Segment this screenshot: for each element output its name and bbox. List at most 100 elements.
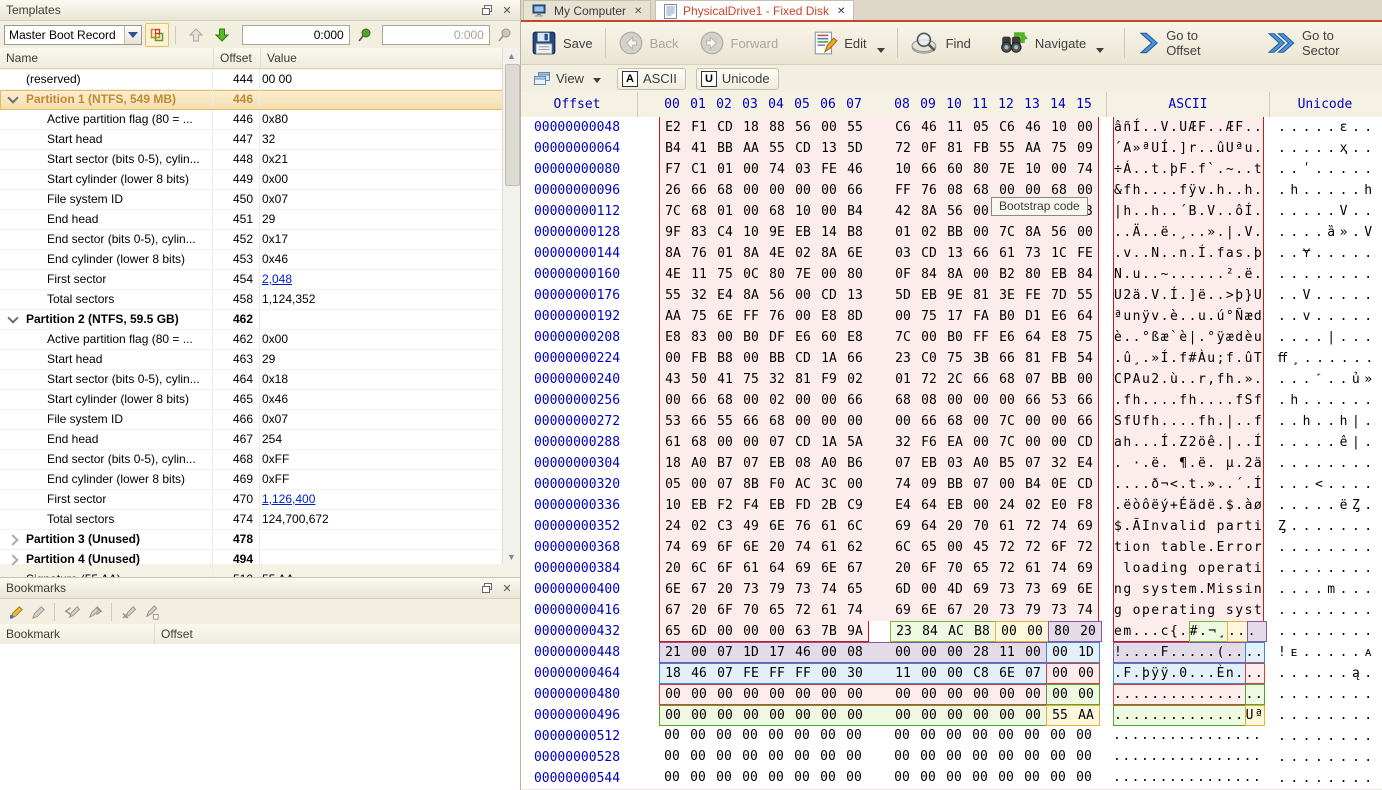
hex-byte[interactable]: 73: [790, 579, 816, 600]
hex-byte[interactable]: 66: [1020, 390, 1046, 411]
column-header-offset[interactable]: Offset: [214, 48, 261, 68]
edit-bookmark-icon[interactable]: [26, 602, 48, 622]
hex-byte[interactable]: 74: [890, 474, 916, 495]
hex-byte[interactable]: CD: [916, 243, 942, 264]
hex-byte[interactable]: 81: [790, 369, 816, 390]
bootstrap-code-ascii[interactable]: loading operati: [1113, 558, 1264, 579]
hex-byte[interactable]: 00: [763, 747, 789, 766]
hex-byte[interactable]: 00: [1071, 747, 1097, 766]
hex-byte[interactable]: 07: [764, 432, 790, 453]
hex-byte[interactable]: 00: [764, 706, 790, 725]
hex-byte[interactable]: EA: [942, 432, 968, 453]
hex-byte[interactable]: 32: [890, 432, 916, 453]
hex-byte[interactable]: E8: [816, 306, 842, 327]
hex-byte[interactable]: 02: [1020, 495, 1046, 516]
hex-byte[interactable]: FE: [738, 664, 764, 683]
hex-byte[interactable]: 5D: [842, 138, 868, 159]
template-select[interactable]: Master Boot Record: [4, 25, 142, 45]
hex-byte[interactable]: 83: [686, 327, 712, 348]
hex-byte[interactable]: 00: [686, 706, 712, 725]
template-row[interactable]: End sector (bits 0-5), cylin...4520x17: [0, 230, 503, 250]
partition-1-ascii[interactable]: !....F.....(..: [1113, 642, 1246, 663]
hex-byte[interactable]: 9E: [942, 285, 968, 306]
hex-byte[interactable]: 00: [763, 726, 789, 745]
unicode-toggle-button[interactable]: U Unicode: [696, 68, 779, 90]
unicode-text[interactable]: ﬀ¸......: [1278, 348, 1378, 369]
float-panel-icon[interactable]: [480, 581, 494, 595]
hex-byte[interactable]: 17: [942, 306, 968, 327]
bootstrap-code-ascii[interactable]: ..Ä..ë.¸..».|.V.: [1113, 222, 1264, 243]
chevron-down-icon[interactable]: [877, 48, 885, 53]
hex-byte[interactable]: 00: [1019, 726, 1045, 745]
hex-byte[interactable]: 00: [968, 495, 994, 516]
hex-byte[interactable]: 6D: [686, 621, 712, 642]
bootstrap-code-ascii[interactable]: em...c{.: [1113, 621, 1190, 642]
hex-offset-label[interactable]: 00000000448: [529, 642, 625, 663]
hex-byte[interactable]: 00: [1020, 706, 1046, 725]
hex-byte[interactable]: 6E: [738, 537, 764, 558]
hex-offset-label[interactable]: 00000000496: [529, 705, 625, 726]
hex-byte[interactable]: 60: [816, 327, 842, 348]
hex-offset-label[interactable]: 00000000160: [529, 264, 625, 285]
collapse-icon[interactable]: [7, 92, 18, 103]
hex-offset-label[interactable]: 00000000176: [529, 285, 625, 306]
hex-byte[interactable]: 88: [764, 117, 790, 138]
template-row[interactable]: Total sectors474124,700,672: [0, 510, 503, 530]
template-row[interactable]: Start head44732: [0, 130, 503, 150]
hex-byte[interactable]: 00: [889, 768, 915, 787]
unicode-text[interactable]: ........: [1278, 621, 1377, 642]
column-header-value[interactable]: Value: [261, 48, 503, 68]
hex-byte[interactable]: 83: [686, 222, 712, 243]
hex-byte[interactable]: 00: [993, 747, 1019, 766]
hex-byte[interactable]: 00: [994, 685, 1020, 704]
hex-byte[interactable]: 00: [996, 622, 1022, 641]
hex-byte[interactable]: 14: [816, 222, 842, 243]
hex-byte[interactable]: 20: [660, 558, 686, 579]
hex-byte[interactable]: 00: [994, 390, 1020, 411]
hex-byte[interactable]: 00: [968, 222, 994, 243]
hex-byte[interactable]: 00: [738, 201, 764, 222]
hex-byte[interactable]: 68: [890, 390, 916, 411]
hex-byte[interactable]: 1D: [1073, 643, 1099, 662]
hex-byte[interactable]: 2C: [942, 369, 968, 390]
hex-byte[interactable]: 64: [916, 516, 942, 537]
hex-byte[interactable]: 00: [916, 706, 942, 725]
hex-byte[interactable]: 00: [659, 768, 685, 787]
hex-byte[interactable]: 00: [1046, 432, 1072, 453]
hex-byte[interactable]: 68: [942, 411, 968, 432]
hex-byte[interactable]: 55: [764, 138, 790, 159]
hex-byte[interactable]: 8A: [1020, 222, 1046, 243]
hex-offset-label[interactable]: 00000000416: [529, 600, 625, 621]
hex-byte[interactable]: 69: [1072, 516, 1098, 537]
hex-byte[interactable]: 6E: [916, 600, 942, 621]
hex-byte[interactable]: AA: [1020, 138, 1046, 159]
unicode-text[interactable]: Ȥ.......: [1278, 516, 1377, 537]
hex-byte[interactable]: 55: [1047, 706, 1073, 725]
previous-record-button[interactable]: [185, 23, 208, 47]
hex-byte[interactable]: 3E: [994, 285, 1020, 306]
template-row[interactable]: (reserved)44400 00: [0, 70, 503, 90]
hex-byte[interactable]: 70: [738, 600, 764, 621]
hex-byte[interactable]: 55: [660, 285, 686, 306]
unicode-text[interactable]: ......ą.: [1278, 663, 1377, 684]
hex-offset-label[interactable]: 00000000288: [529, 432, 625, 453]
hex-byte[interactable]: 64: [764, 558, 790, 579]
hex-byte[interactable]: B0: [994, 306, 1020, 327]
unicode-text[interactable]: ...˹..ủ»: [1278, 369, 1377, 390]
hex-byte[interactable]: 75: [942, 348, 968, 369]
hex-byte[interactable]: 76: [916, 180, 942, 201]
hex-byte[interactable]: EB: [1046, 264, 1072, 285]
hex-byte[interactable]: 6E: [994, 664, 1020, 683]
unicode-text[interactable]: .h......: [1278, 390, 1377, 411]
hex-byte[interactable]: 67: [942, 600, 968, 621]
hex-byte[interactable]: C6: [994, 117, 1020, 138]
hex-byte[interactable]: 6E: [842, 243, 868, 264]
hex-byte[interactable]: 00: [738, 706, 764, 725]
close-panel-icon[interactable]: ✕: [500, 581, 514, 595]
bootstrap-code-ascii[interactable]: $.ÃInvalid parti: [1113, 516, 1264, 537]
hex-byte[interactable]: 7E: [994, 159, 1020, 180]
hex-byte[interactable]: 66: [686, 411, 712, 432]
tab-my-computer[interactable]: My Computer ✕: [523, 0, 651, 21]
hex-byte[interactable]: 66: [686, 390, 712, 411]
hex-byte[interactable]: 00: [712, 685, 738, 704]
